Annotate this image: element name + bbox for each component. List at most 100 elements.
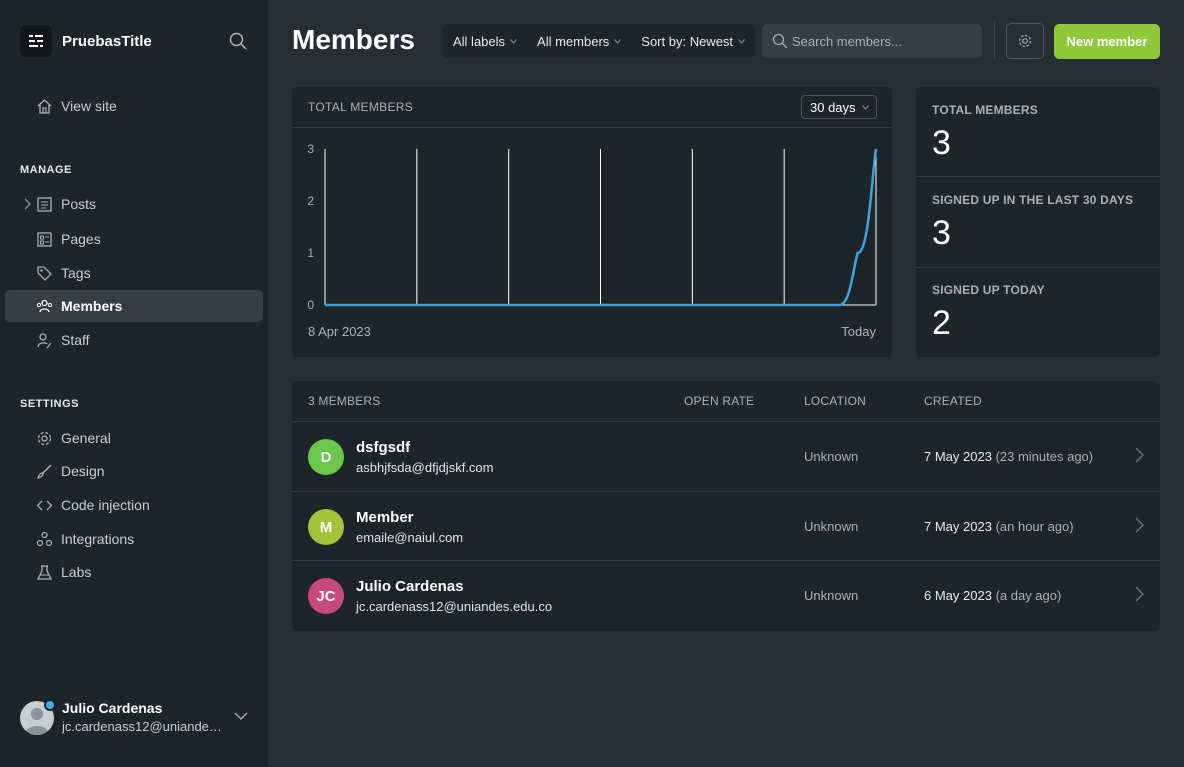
- sidebar-item-view-site[interactable]: View site: [5, 90, 263, 122]
- search-icon[interactable]: [228, 31, 248, 51]
- filter-bar: All labels All members Sort by: Newest: [443, 24, 756, 58]
- stat-label: SIGNED UP IN THE LAST 30 DAYS: [932, 193, 1134, 207]
- sort-filter-label: Sort by: Newest: [641, 33, 734, 49]
- sidebar-item-label: Design: [61, 463, 105, 479]
- search-icon: [772, 33, 788, 49]
- member-avatar: D: [308, 439, 344, 475]
- table-row[interactable]: D dsfgsdf asbhjfsda@dfjdjskf.com Unknown…: [292, 421, 1160, 491]
- integrations-icon: [36, 531, 53, 547]
- column-header-location: LOCATION: [804, 394, 867, 408]
- sidebar-item-integrations[interactable]: Integrations: [5, 523, 263, 555]
- sidebar-item-design[interactable]: Design: [5, 455, 263, 487]
- page-title: Members: [292, 24, 415, 55]
- member-created: 6 May 2023 (a day ago): [924, 588, 1061, 603]
- staff-icon: [37, 333, 52, 349]
- stat-value: 3: [932, 124, 951, 162]
- brush-icon: [37, 464, 52, 479]
- sidebar-item-label: Pages: [61, 231, 101, 247]
- sidebar-item-label: General: [61, 430, 111, 446]
- stat-signed-up-today: SIGNED UP TODAY 2: [916, 267, 1160, 357]
- created-relative: (an hour ago): [995, 519, 1074, 534]
- member-initials: D: [320, 448, 332, 466]
- sidebar-item-posts[interactable]: Posts: [5, 188, 263, 220]
- stat-label: TOTAL MEMBERS: [932, 103, 1038, 117]
- member-created: 7 May 2023 (23 minutes ago): [924, 449, 1093, 464]
- sidebar-item-labs[interactable]: Labs: [5, 556, 263, 588]
- sidebar-item-label: Tags: [61, 265, 91, 281]
- member-avatar: M: [308, 509, 344, 545]
- member-email: jc.cardenass12@uniandes.edu.co: [356, 599, 553, 614]
- date-range-select[interactable]: 30 days: [801, 95, 877, 119]
- chevron-right-icon[interactable]: [1134, 517, 1144, 533]
- home-icon: [37, 99, 52, 114]
- pages-icon: [37, 232, 52, 247]
- member-name: Julio Cardenas: [356, 578, 464, 595]
- member-avatar: JC: [308, 578, 344, 614]
- labels-filter[interactable]: All labels: [443, 24, 527, 58]
- chevron-down-icon: [738, 38, 745, 44]
- brand[interactable]: PruebasTitle: [20, 25, 152, 57]
- sidebar-item-label: View site: [61, 98, 117, 114]
- sidebar-item-staff[interactable]: Staff: [5, 324, 263, 356]
- sidebar-item-pages[interactable]: Pages: [5, 223, 263, 255]
- table-row[interactable]: JC Julio Cardenas jc.cardenass12@uniande…: [292, 560, 1160, 630]
- column-header-count: 3 MEMBERS: [308, 394, 381, 408]
- settings-button[interactable]: [1006, 23, 1044, 59]
- sidebar-item-tags[interactable]: Tags: [5, 257, 263, 289]
- sort-filter[interactable]: Sort by: Newest: [631, 24, 755, 58]
- sidebar-item-general[interactable]: General: [5, 422, 263, 454]
- sidebar-item-label: Labs: [61, 564, 92, 580]
- member-location: Unknown: [804, 519, 859, 534]
- sidebar-item-code-injection[interactable]: Code injection: [5, 489, 263, 521]
- flask-icon: [36, 565, 53, 580]
- code-icon: [36, 500, 53, 511]
- sidebar: PruebasTitle View site MANAGE Posts Page…: [0, 0, 268, 767]
- member-email: asbhjfsda@dfjdjskf.com: [356, 460, 494, 475]
- y-tick-label: 0: [307, 298, 314, 312]
- chart-title: TOTAL MEMBERS: [308, 100, 414, 114]
- chevron-right-icon[interactable]: [1134, 586, 1144, 602]
- member-initials: M: [319, 518, 333, 536]
- brand-logo: [20, 25, 52, 57]
- sidebar-item-label: Members: [61, 298, 123, 314]
- user-menu[interactable]: Julio Cardenas jc.cardenass12@uniandes.e…: [20, 699, 250, 739]
- sidebar-item-members[interactable]: Members: [5, 290, 263, 322]
- labels-filter-label: All labels: [453, 33, 506, 49]
- stat-value: 2: [932, 304, 951, 342]
- member-created: 7 May 2023 (an hour ago): [924, 519, 1074, 534]
- member-location: Unknown: [804, 449, 859, 464]
- chevron-down-icon[interactable]: [234, 711, 248, 721]
- member-name: dsfgsdf: [356, 439, 411, 456]
- tag-icon: [37, 266, 52, 281]
- y-tick-label: 3: [307, 142, 314, 156]
- chevron-down-icon: [614, 38, 622, 44]
- user-name: Julio Cardenas: [62, 700, 163, 716]
- chevron-right-icon[interactable]: [22, 198, 32, 210]
- column-header-created: CREATED: [924, 394, 982, 408]
- member-location: Unknown: [804, 588, 859, 603]
- chevron-right-icon[interactable]: [1134, 447, 1144, 463]
- sidebar-item-label: Code injection: [61, 497, 150, 513]
- stat-value: 3: [932, 214, 951, 252]
- members-line-chart: 0 1 2 3: [307, 142, 878, 312]
- stat-total-members: TOTAL MEMBERS 3: [916, 87, 1160, 177]
- gear-icon: [1018, 34, 1032, 48]
- x-axis-start-label: 8 Apr 2023: [308, 324, 371, 339]
- chevron-down-icon: [861, 104, 869, 110]
- members-chart-card: TOTAL MEMBERS 30 days 0 1 2 3 8 Apr 2023 To…: [292, 87, 892, 357]
- search-members[interactable]: [762, 24, 982, 58]
- notification-dot: [44, 699, 56, 711]
- members-filter[interactable]: All members: [527, 24, 631, 58]
- sidebar-item-label: Posts: [61, 196, 97, 212]
- manage-heading: MANAGE: [20, 164, 72, 176]
- table-row[interactable]: M Member emaile@naiul.com Unknown 7 May …: [292, 491, 1160, 561]
- member-name: Member: [356, 509, 414, 526]
- search-input[interactable]: [792, 33, 972, 49]
- new-member-button[interactable]: New member: [1054, 24, 1160, 59]
- user-email: jc.cardenass12@uniandes.edu.co: [62, 719, 224, 734]
- members-filter-label: All members: [537, 33, 610, 49]
- column-header-open-rate: OPEN RATE: [684, 394, 755, 408]
- created-date: 7 May 2023: [924, 449, 992, 464]
- member-initials: JC: [316, 587, 336, 605]
- y-tick-label: 1: [307, 246, 314, 260]
